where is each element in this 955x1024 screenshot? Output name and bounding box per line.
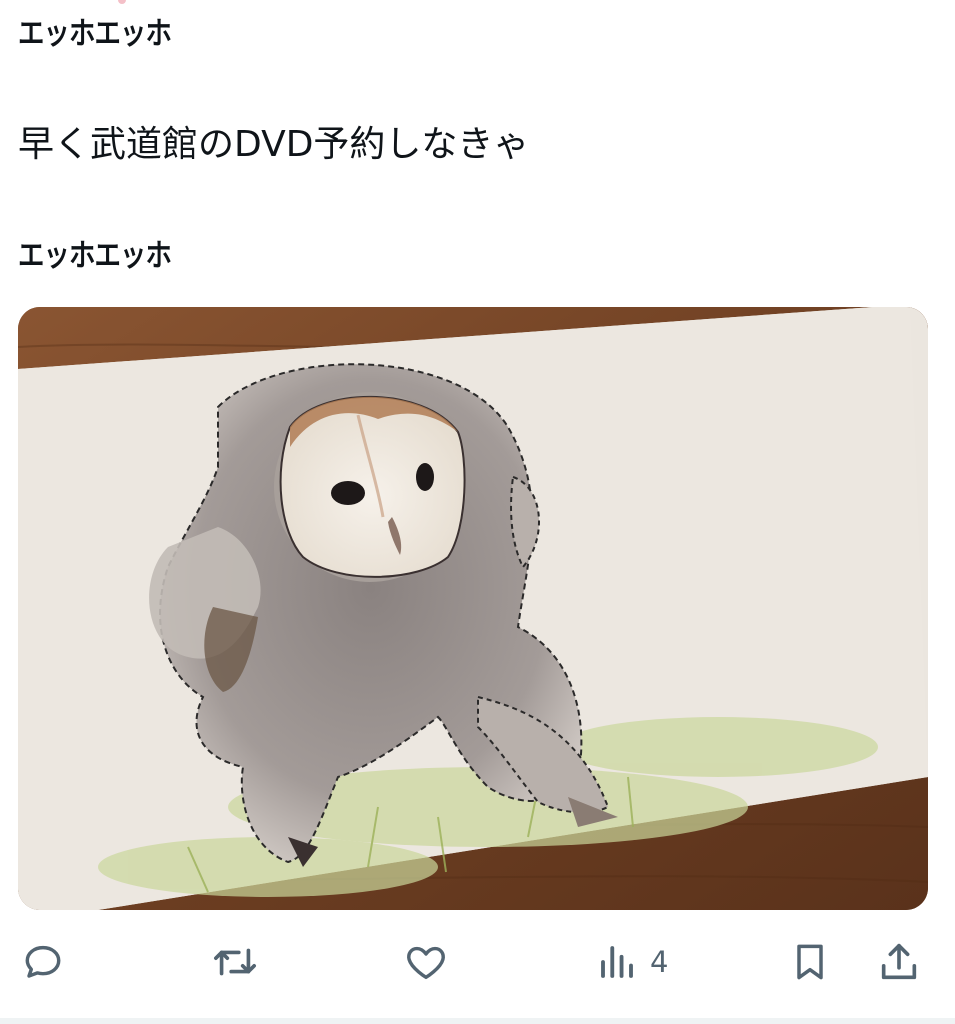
share-icon — [876, 939, 922, 985]
avatar-indicator — [118, 0, 126, 4]
reply-icon — [20, 939, 66, 985]
bookmark-icon — [788, 939, 832, 985]
quoted-caption: エッホエッホ — [18, 16, 172, 52]
retweet-icon — [210, 939, 260, 985]
tweet-caption: エッホエッホ — [18, 238, 172, 274]
like-icon — [402, 939, 450, 985]
owl-watercolor-image — [18, 307, 928, 910]
share-button[interactable] — [876, 930, 922, 994]
tweet-text: 早く武道館のDVD予約しなきゃ — [18, 124, 530, 165]
retweet-button[interactable] — [210, 930, 260, 994]
reply-button[interactable] — [20, 930, 66, 994]
views-count: 4 — [650, 945, 669, 979]
views-button[interactable]: 4 — [596, 930, 668, 994]
like-button[interactable] — [402, 930, 450, 994]
bookmark-button[interactable] — [788, 930, 832, 994]
tweet-action-bar: 4 — [0, 930, 955, 994]
tweet-image[interactable] — [18, 307, 928, 910]
divider — [0, 1018, 955, 1024]
views-icon — [596, 941, 638, 983]
